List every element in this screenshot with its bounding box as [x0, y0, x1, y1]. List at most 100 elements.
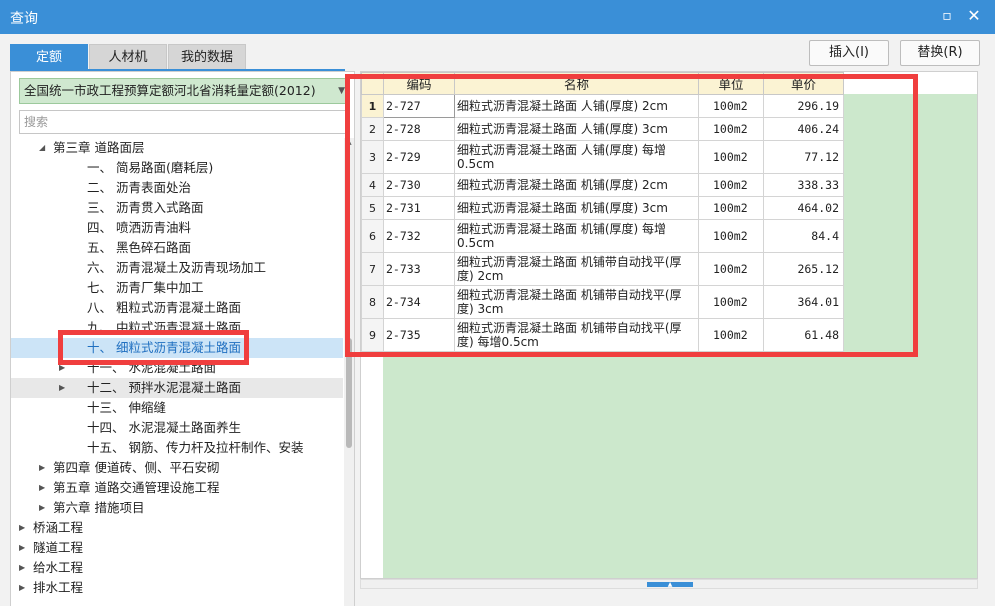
expand-arrow-icon[interactable]: ▶	[59, 358, 65, 378]
code-cell[interactable]: 2-727	[383, 94, 455, 118]
name-cell[interactable]: 细粒式沥青混凝土路面 机铺(厚度) 每增0.5cm	[454, 219, 699, 253]
code-cell[interactable]: 2-733	[383, 252, 455, 286]
replace-button[interactable]: 替换(R)	[900, 40, 980, 66]
table-row[interactable]: 8 2-734 细粒式沥青混凝土路面 机铺带自动找平(厚度) 3cm 100m2 364…	[361, 285, 844, 319]
tree-item[interactable]: 七、 沥青厂集中加工	[11, 278, 343, 298]
unit-cell[interactable]: 100m2	[698, 140, 764, 174]
tree-item[interactable]: 五、 黑色碎石路面	[11, 238, 343, 258]
price-cell[interactable]: 296.19	[763, 94, 844, 118]
expand-arrow-icon[interactable]: ▶	[39, 478, 45, 498]
row-number-cell[interactable]: 6	[361, 219, 384, 253]
grid-horizontal-scrollbar[interactable]: ▲	[360, 579, 978, 589]
unit-cell[interactable]: 100m2	[698, 285, 764, 319]
tree-scrollbar[interactable]: ▲ ▼	[344, 138, 354, 606]
tree-item[interactable]: ▶ 十二、 预拌水泥混凝土路面	[11, 378, 343, 398]
tree-item[interactable]: 二、 沥青表面处治	[11, 178, 343, 198]
price-cell[interactable]: 265.12	[763, 252, 844, 286]
name-cell[interactable]: 细粒式沥青混凝土路面 机铺(厚度) 2cm	[454, 173, 699, 197]
expand-arrow-icon[interactable]: ▶	[59, 378, 65, 398]
tab-quota[interactable]: 定额	[10, 44, 88, 70]
price-cell[interactable]: 61.48	[763, 318, 844, 352]
price-cell[interactable]: 464.02	[763, 196, 844, 220]
expand-arrow-icon[interactable]: ▶	[19, 558, 25, 578]
price-cell[interactable]: 364.01	[763, 285, 844, 319]
maximize-icon[interactable]: ▫	[938, 7, 956, 25]
price-cell[interactable]: 406.24	[763, 117, 844, 141]
tree-item[interactable]: ▶ 桥涵工程	[11, 518, 343, 538]
table-row[interactable]: 3 2-729 细粒式沥青混凝土路面 人铺(厚度) 每增0.5cm 100m2 77.1…	[361, 140, 844, 174]
expand-arrow-icon[interactable]: ▶	[39, 458, 45, 478]
table-row[interactable]: 9 2-735 细粒式沥青混凝土路面 机铺带自动找平(厚度) 每增0.5cm 100m…	[361, 318, 844, 352]
expand-arrow-icon[interactable]: ▶	[39, 498, 45, 518]
row-number-cell[interactable]: 2	[361, 117, 384, 141]
name-cell[interactable]: 细粒式沥青混凝土路面 人铺(厚度) 3cm	[454, 117, 699, 141]
column-header-unit[interactable]: 单位	[698, 72, 764, 95]
unit-cell[interactable]: 100m2	[698, 318, 764, 352]
name-cell[interactable]: 细粒式沥青混凝土路面 机铺带自动找平(厚度) 2cm	[454, 252, 699, 286]
tree-item[interactable]: 十、 细粒式沥青混凝土路面	[11, 338, 343, 358]
row-number-cell[interactable]: 9	[361, 318, 384, 352]
name-cell[interactable]: 细粒式沥青混凝土路面 机铺(厚度) 3cm	[454, 196, 699, 220]
unit-cell[interactable]: 100m2	[698, 117, 764, 141]
code-cell[interactable]: 2-732	[383, 219, 455, 253]
close-icon[interactable]: ✕	[965, 7, 983, 25]
tab-my-data[interactable]: 我的数据	[168, 44, 246, 70]
search-input[interactable]	[19, 110, 349, 134]
price-cell[interactable]: 338.33	[763, 173, 844, 197]
tree-item[interactable]: ▶ 第四章 便道砖、侧、平石安砌	[11, 458, 343, 478]
expand-arrow-icon[interactable]: ▶	[19, 518, 25, 538]
unit-cell[interactable]: 100m2	[698, 252, 764, 286]
tree-item[interactable]: 四、 喷洒沥青油料	[11, 218, 343, 238]
table-row[interactable]: 5 2-731 细粒式沥青混凝土路面 机铺(厚度) 3cm 100m2 464.02	[361, 196, 844, 220]
code-cell[interactable]: 2-728	[383, 117, 455, 141]
unit-cell[interactable]: 100m2	[698, 173, 764, 197]
column-header-name[interactable]: 名称	[454, 72, 699, 95]
scroll-thumb[interactable]	[346, 338, 352, 448]
unit-cell[interactable]: 100m2	[698, 219, 764, 253]
table-row[interactable]: 4 2-730 细粒式沥青混凝土路面 机铺(厚度) 2cm 100m2 338.33	[361, 173, 844, 197]
code-cell[interactable]: 2-729	[383, 140, 455, 174]
name-cell[interactable]: 细粒式沥青混凝土路面 人铺(厚度) 2cm	[454, 94, 699, 118]
splitter-grip-icon[interactable]: ▲	[647, 582, 693, 588]
price-cell[interactable]: 77.12	[763, 140, 844, 174]
name-cell[interactable]: 细粒式沥青混凝土路面 机铺带自动找平(厚度) 3cm	[454, 285, 699, 319]
tree-item[interactable]: 三、 沥青贯入式路面	[11, 198, 343, 218]
table-row[interactable]: 6 2-732 细粒式沥青混凝土路面 机铺(厚度) 每增0.5cm 100m2 84.4	[361, 219, 844, 253]
column-header-code[interactable]: 编码	[383, 72, 455, 95]
tree-item[interactable]: 十五、 钢筋、传力杆及拉杆制作、安装	[11, 438, 343, 458]
tree-item[interactable]: ▶ 第五章 道路交通管理设施工程	[11, 478, 343, 498]
tree-item[interactable]: 八、 粗粒式沥青混凝土路面	[11, 298, 343, 318]
tree-item[interactable]: ▶ 给水工程	[11, 558, 343, 578]
row-number-cell[interactable]: 5	[361, 196, 384, 220]
code-cell[interactable]: 2-735	[383, 318, 455, 352]
expand-arrow-icon[interactable]: ▶	[19, 578, 25, 598]
row-number-cell[interactable]: 3	[361, 140, 384, 174]
quota-library-select[interactable]: 全国统一市政工程预算定额河北省消耗量定额(2012) ▼	[19, 78, 349, 104]
code-cell[interactable]: 2-731	[383, 196, 455, 220]
tree-item[interactable]: ▶ 隧道工程	[11, 538, 343, 558]
name-cell[interactable]: 细粒式沥青混凝土路面 机铺带自动找平(厚度) 每增0.5cm	[454, 318, 699, 352]
row-number-cell[interactable]: 1	[361, 94, 384, 118]
code-cell[interactable]: 2-730	[383, 173, 455, 197]
insert-button[interactable]: 插入(I)	[809, 40, 889, 66]
name-cell[interactable]: 细粒式沥青混凝土路面 人铺(厚度) 每增0.5cm	[454, 140, 699, 174]
row-number-cell[interactable]: 8	[361, 285, 384, 319]
tree-item[interactable]: 一、 简易路面(磨耗层)	[11, 158, 343, 178]
scroll-up-icon[interactable]: ▲	[344, 138, 354, 146]
column-header-price[interactable]: 单价	[763, 72, 844, 95]
code-cell[interactable]: 2-734	[383, 285, 455, 319]
table-row[interactable]: 7 2-733 细粒式沥青混凝土路面 机铺带自动找平(厚度) 2cm 100m2 265…	[361, 252, 844, 286]
expand-arrow-icon[interactable]: ▶	[19, 538, 25, 558]
unit-cell[interactable]: 100m2	[698, 94, 764, 118]
tree-item[interactable]: ◢ 第三章 道路面层	[11, 138, 343, 158]
row-number-cell[interactable]: 4	[361, 173, 384, 197]
tab-labor-material-machine[interactable]: 人材机	[89, 44, 167, 70]
table-row[interactable]: 2 2-728 细粒式沥青混凝土路面 人铺(厚度) 3cm 100m2 406.24	[361, 117, 844, 141]
collapse-arrow-icon[interactable]: ◢	[39, 138, 45, 158]
tree-item[interactable]: ▶ 第六章 措施项目	[11, 498, 343, 518]
tree-item[interactable]: 六、 沥青混凝土及沥青现场加工	[11, 258, 343, 278]
table-row[interactable]: 1 2-727 细粒式沥青混凝土路面 人铺(厚度) 2cm 100m2 296.19	[361, 94, 844, 118]
price-cell[interactable]: 84.4	[763, 219, 844, 253]
row-number-cell[interactable]: 7	[361, 252, 384, 286]
tree-item[interactable]: 十三、 伸缩缝	[11, 398, 343, 418]
